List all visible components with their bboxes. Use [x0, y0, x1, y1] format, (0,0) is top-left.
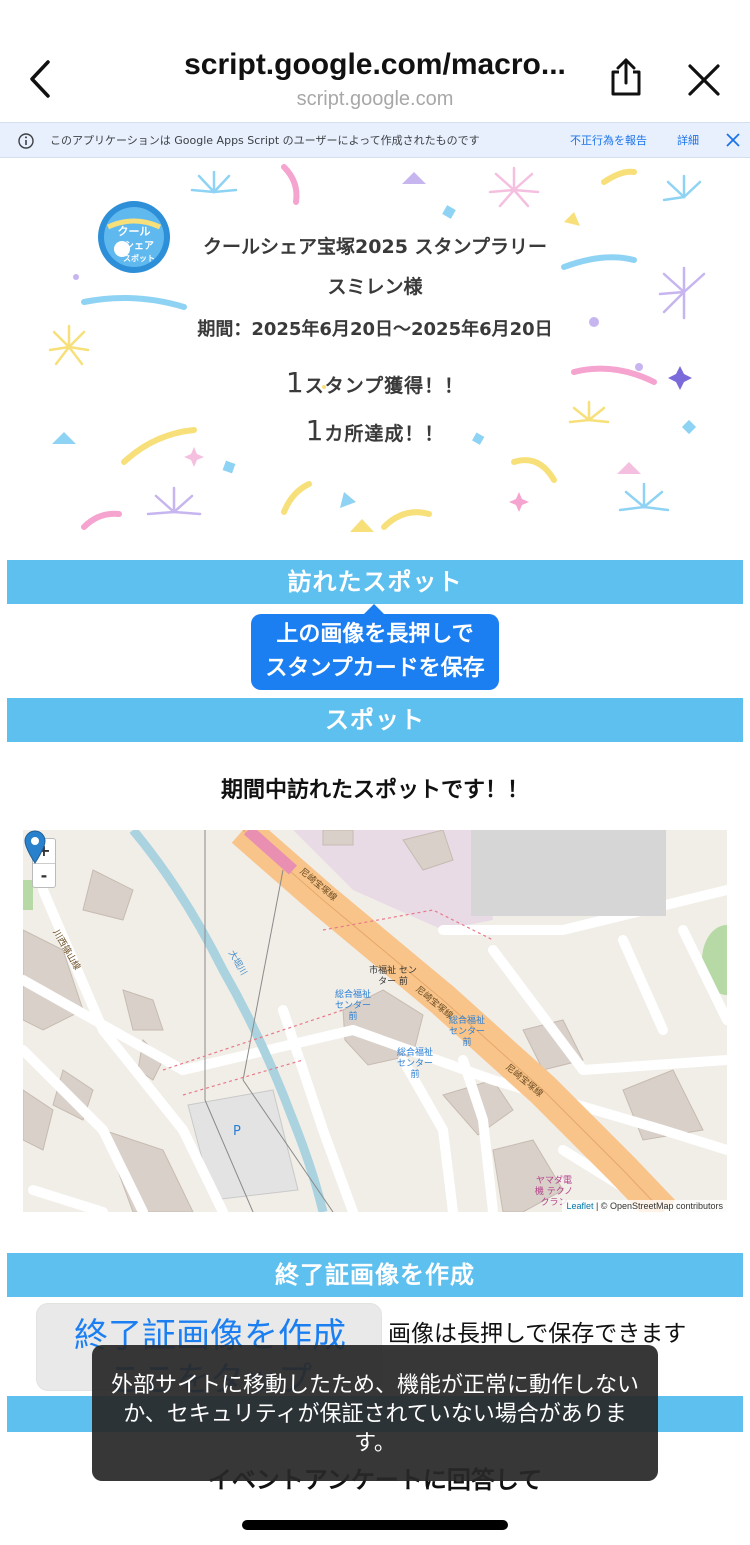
map-parking-label: P [233, 1124, 241, 1139]
stamp-count-line: 1スタンプ獲得！！ [44, 366, 706, 399]
section-header-certificate: 終了証画像を作成 [7, 1253, 743, 1297]
close-icon[interactable] [724, 131, 742, 149]
zoom-out-button[interactable]: - [33, 863, 55, 887]
info-icon [18, 133, 34, 149]
spot-count-line: 1カ所達成！！ [44, 414, 706, 447]
map-attribution: Leaflet | © OpenStreetMap contributors [562, 1200, 727, 1212]
map-bus-stop-label: 総合福祉 センター 前 [448, 1016, 485, 1048]
url-domain: script.google.com [296, 88, 454, 110]
share-icon [611, 58, 641, 96]
map-bus-stop-label: 総合福祉 センター 前 [396, 1048, 433, 1080]
section-header-visited-spots: 訪れたスポット [7, 560, 743, 604]
tooltip-line-1: 上の画像を長押しで [276, 622, 474, 647]
spot-count-label: カ所達成！！ [324, 423, 445, 445]
leaflet-link[interactable]: Leaflet [566, 1201, 593, 1211]
close-button[interactable] [684, 60, 724, 100]
apps-script-warning-banner: このアプリケーションは Google Apps Script のユーザーによって… [0, 122, 750, 158]
visited-spots-caption: 期間中訪れたスポットです！！ [220, 778, 529, 803]
stamp-card-image[interactable]: クール シェア スポット クールシェア宝塚2025 スタンプラリー スミレン様 … [44, 162, 706, 538]
stamp-count: 1 [285, 366, 305, 399]
osm-attribution: | © OpenStreetMap contributors [593, 1201, 723, 1211]
url-title[interactable]: script.google.com/macro... [150, 48, 600, 82]
stamp-card-title: クールシェア宝塚2025 スタンプラリー [203, 236, 547, 258]
banner-text: このアプリケーションは Google Apps Script のユーザーによって… [50, 134, 480, 147]
details-link[interactable]: 詳細 [677, 132, 699, 148]
map-bus-stop-label: 市福祉 センター 前 [369, 966, 417, 987]
long-press-save-note: 画像は長押しで保存できます [388, 1321, 687, 1347]
user-name: スミレン様 [327, 276, 423, 298]
tooltip-line-2: スタンプカードを保存 [265, 656, 485, 681]
spot-map[interactable]: + - 尼崎宝塚線 尼崎宝塚線 尼崎宝塚線 川西篠山線 大堀川 市福祉 センター… [23, 830, 727, 1212]
stamp-count-label: スタンプ獲得！！ [304, 375, 465, 397]
close-icon [688, 64, 720, 96]
home-indicator[interactable] [242, 1520, 508, 1530]
map-bus-stop-label: 総合福祉 センター 前 [334, 990, 371, 1022]
map-marker-icon[interactable] [23, 830, 47, 864]
save-hint-tooltip: 上の画像を長押しで スタンプカードを保存 [251, 614, 499, 690]
spot-count: 1 [305, 414, 325, 447]
map-tile-placeholder [471, 830, 666, 916]
chevron-left-icon [30, 60, 50, 98]
report-abuse-link[interactable]: 不正行為を報告 [570, 132, 647, 148]
event-period: 期間：2025年6月20日～2025年6月20日 [197, 319, 553, 340]
browser-toolbar: script.google.com/macro... script.google… [0, 0, 750, 122]
external-site-warning-toast: 外部サイトに移動したため、機能が正常に動作しないか、セキュリティが保証されていな… [92, 1345, 658, 1481]
back-button[interactable] [22, 56, 62, 102]
share-button[interactable] [604, 56, 648, 100]
section-header-spots: スポット [7, 698, 743, 742]
